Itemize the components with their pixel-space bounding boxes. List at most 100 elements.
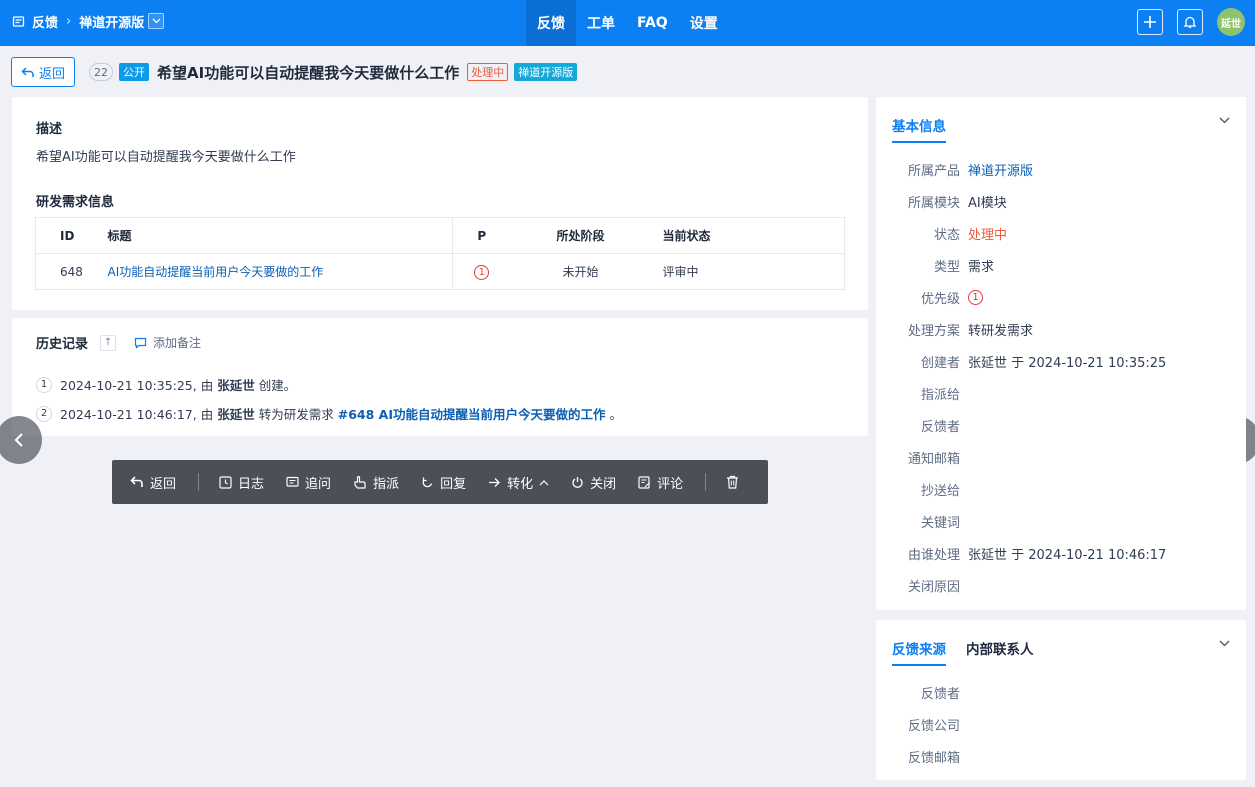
cell-id: 648 — [60, 264, 83, 279]
toolbar-ask-label: 追问 — [305, 476, 332, 492]
prev-record-button[interactable] — [0, 416, 42, 464]
info-row-status: 状态 处理中 — [876, 217, 1246, 249]
col-header-stage: 所处阶段 — [510, 217, 651, 254]
toolbar-divider — [705, 473, 707, 491]
story-title-link[interactable]: AI功能自动提醒当前用户今天要做的工作 — [108, 265, 324, 279]
info-value: 需求 — [968, 259, 995, 275]
info-row-notify-email: 通知邮箱 — [876, 441, 1246, 473]
power-icon — [572, 476, 583, 488]
public-tag: 公开 — [119, 63, 149, 81]
table-row: 648 AI功能自动提醒当前用户今天要做的工作 1 未开始 评审中 — [36, 253, 845, 290]
toolbar-comment-label: 评论 — [657, 476, 684, 492]
chevron-down-icon[interactable] — [1219, 113, 1230, 128]
info-row-source-email: 反馈邮箱 — [876, 740, 1246, 772]
message-icon — [286, 476, 299, 487]
nav-tab-faq[interactable]: FAQ — [626, 0, 679, 46]
toolbar-log-button[interactable]: 日志 — [219, 473, 264, 492]
status-badge: 处理中 — [467, 63, 509, 81]
source-info-panel: 反馈来源 内部联系人 反馈者 反馈公司 反馈邮箱 — [876, 620, 1246, 780]
toolbar-log-label: 日志 — [238, 476, 265, 492]
toolbar-delete-button[interactable] — [726, 475, 739, 489]
col-header-priority: P — [452, 217, 511, 254]
breadcrumb-app-link[interactable]: 反馈 — [32, 12, 58, 31]
basic-info-list: 所属产品 禅道开源版 所属模块 AI模块 状态 处理中 类型 需求 优先级 1 处理方案转… — [876, 153, 1246, 601]
description-heading: 描述 — [36, 122, 63, 137]
toolbar-convert-button[interactable]: 转化 — [488, 473, 549, 492]
history-actor: 张延世 — [217, 407, 255, 422]
info-row-source-company: 反馈公司 — [876, 708, 1246, 740]
create-plus-button[interactable] — [1137, 9, 1163, 35]
history-action: 转为研发需求 — [258, 407, 334, 422]
priority-badge: 1 — [968, 290, 983, 305]
col-header-status: 当前状态 — [650, 217, 845, 254]
toolbar-reply-button[interactable]: 回复 — [421, 473, 466, 492]
feedback-app-icon — [12, 15, 26, 28]
info-label: 关键词 — [920, 515, 960, 531]
history-story-link[interactable]: #648 AI功能自动提醒当前用户今天要做的工作 — [338, 404, 606, 423]
clock-icon — [219, 475, 232, 489]
info-label: 反馈者 — [920, 419, 960, 435]
comment-icon — [134, 337, 147, 349]
product-switch-chevron-down-icon[interactable] — [148, 13, 165, 29]
info-label: 通知邮箱 — [907, 451, 960, 467]
breadcrumb-product-link[interactable]: 禅道开源版 — [79, 12, 144, 31]
toolbar-convert-label: 转化 — [507, 476, 534, 492]
nav-tab-ticket[interactable]: 工单 — [576, 0, 626, 46]
info-row-creator: 创建者 张延世 于 2024-10-21 10:35:25 — [876, 345, 1246, 377]
nav-tab-feedback[interactable]: 反馈 — [526, 0, 576, 46]
back-arrow-icon — [21, 66, 34, 77]
toolbar-back-button[interactable]: 返回 — [130, 473, 176, 492]
notification-button[interactable] — [1177, 9, 1203, 35]
sort-arrow-up-icon[interactable]: ↑ — [100, 334, 117, 351]
info-label: 关闭原因 — [907, 579, 960, 595]
description-text: 希望AI功能可以自动提醒我今天要做什么工作 — [36, 150, 296, 165]
tab-internal-contact[interactable]: 内部联系人 — [966, 638, 1034, 666]
add-note-button[interactable]: 添加备注 — [134, 334, 201, 351]
info-value: AI模块 — [968, 195, 1007, 211]
cell-status: 评审中 — [662, 265, 699, 279]
chevron-down-icon[interactable] — [1219, 636, 1230, 651]
toolbar-ask-button[interactable]: 追问 — [286, 473, 331, 492]
list-item: 2 2024-10-21 10:46:17, 由 张延世 转为研发需求 #648… — [36, 399, 622, 428]
priority-badge: 1 — [474, 264, 490, 280]
info-label: 由谁处理 — [907, 547, 960, 563]
history-number: 2 — [36, 405, 52, 422]
breadcrumb: 反馈 › 禅道开源版 — [12, 0, 165, 42]
tab-basic-info[interactable]: 基本信息 — [892, 115, 946, 143]
info-row-cc: 抄送给 — [876, 473, 1246, 505]
history-number: 1 — [36, 376, 52, 393]
table-header-row: ID 标题 P 所处阶段 当前状态 — [35, 217, 845, 254]
history-list: 1 2024-10-21 10:35:25, 由 张延世 创建。 2 2024-… — [36, 370, 622, 428]
main-nav: 反馈 工单 FAQ 设置 — [526, 0, 729, 46]
info-label: 处理方案 — [907, 323, 960, 339]
toolbar-comment-button[interactable]: 评论 — [638, 473, 683, 492]
list-item: 1 2024-10-21 10:35:25, 由 张延世 创建。 — [36, 370, 622, 399]
info-row-source-reporter: 反馈者 — [876, 676, 1246, 708]
back-button-label: 返回 — [38, 66, 65, 82]
info-label: 优先级 — [920, 291, 960, 307]
feedback-id-badge: 22 — [89, 63, 113, 81]
product-tag: 禅道开源版 — [514, 63, 578, 81]
back-button[interactable]: 返回 — [11, 57, 75, 87]
history-heading: 历史记录 — [36, 337, 89, 352]
rd-info-table: ID 标题 P 所处阶段 当前状态 648 AI功能自动提醒当前用户今天要做的工… — [35, 217, 845, 290]
feedback-title-row: 返回 22 公开 希望AI功能可以自动提醒我今天要做什么工作 处理中 禅道开源版 — [11, 57, 578, 87]
info-value-status: 处理中 — [968, 227, 1008, 243]
toolbar-back-label: 返回 — [150, 476, 177, 492]
toolbar-assign-button[interactable]: 指派 — [353, 473, 399, 492]
info-label: 指派给 — [920, 387, 960, 403]
info-label: 类型 — [933, 259, 960, 275]
info-value-product-link[interactable]: 禅道开源版 — [960, 160, 1033, 179]
user-avatar[interactable]: 延世 — [1217, 8, 1245, 36]
history-header: 历史记录 ↑ 添加备注 — [36, 333, 201, 352]
nav-tab-settings[interactable]: 设置 — [679, 0, 729, 46]
info-row-module: 所属模块 AI模块 — [876, 185, 1246, 217]
info-row-assigned: 指派给 — [876, 377, 1246, 409]
toolbar-close-button[interactable]: 关闭 — [571, 473, 616, 492]
cell-stage: 未开始 — [562, 265, 599, 279]
plus-icon — [1144, 16, 1156, 28]
tab-feedback-source[interactable]: 反馈来源 — [892, 638, 946, 666]
toolbar-reply-label: 回复 — [440, 476, 467, 492]
history-end: 。 — [609, 407, 623, 422]
col-header-title: 标题 — [107, 217, 453, 254]
